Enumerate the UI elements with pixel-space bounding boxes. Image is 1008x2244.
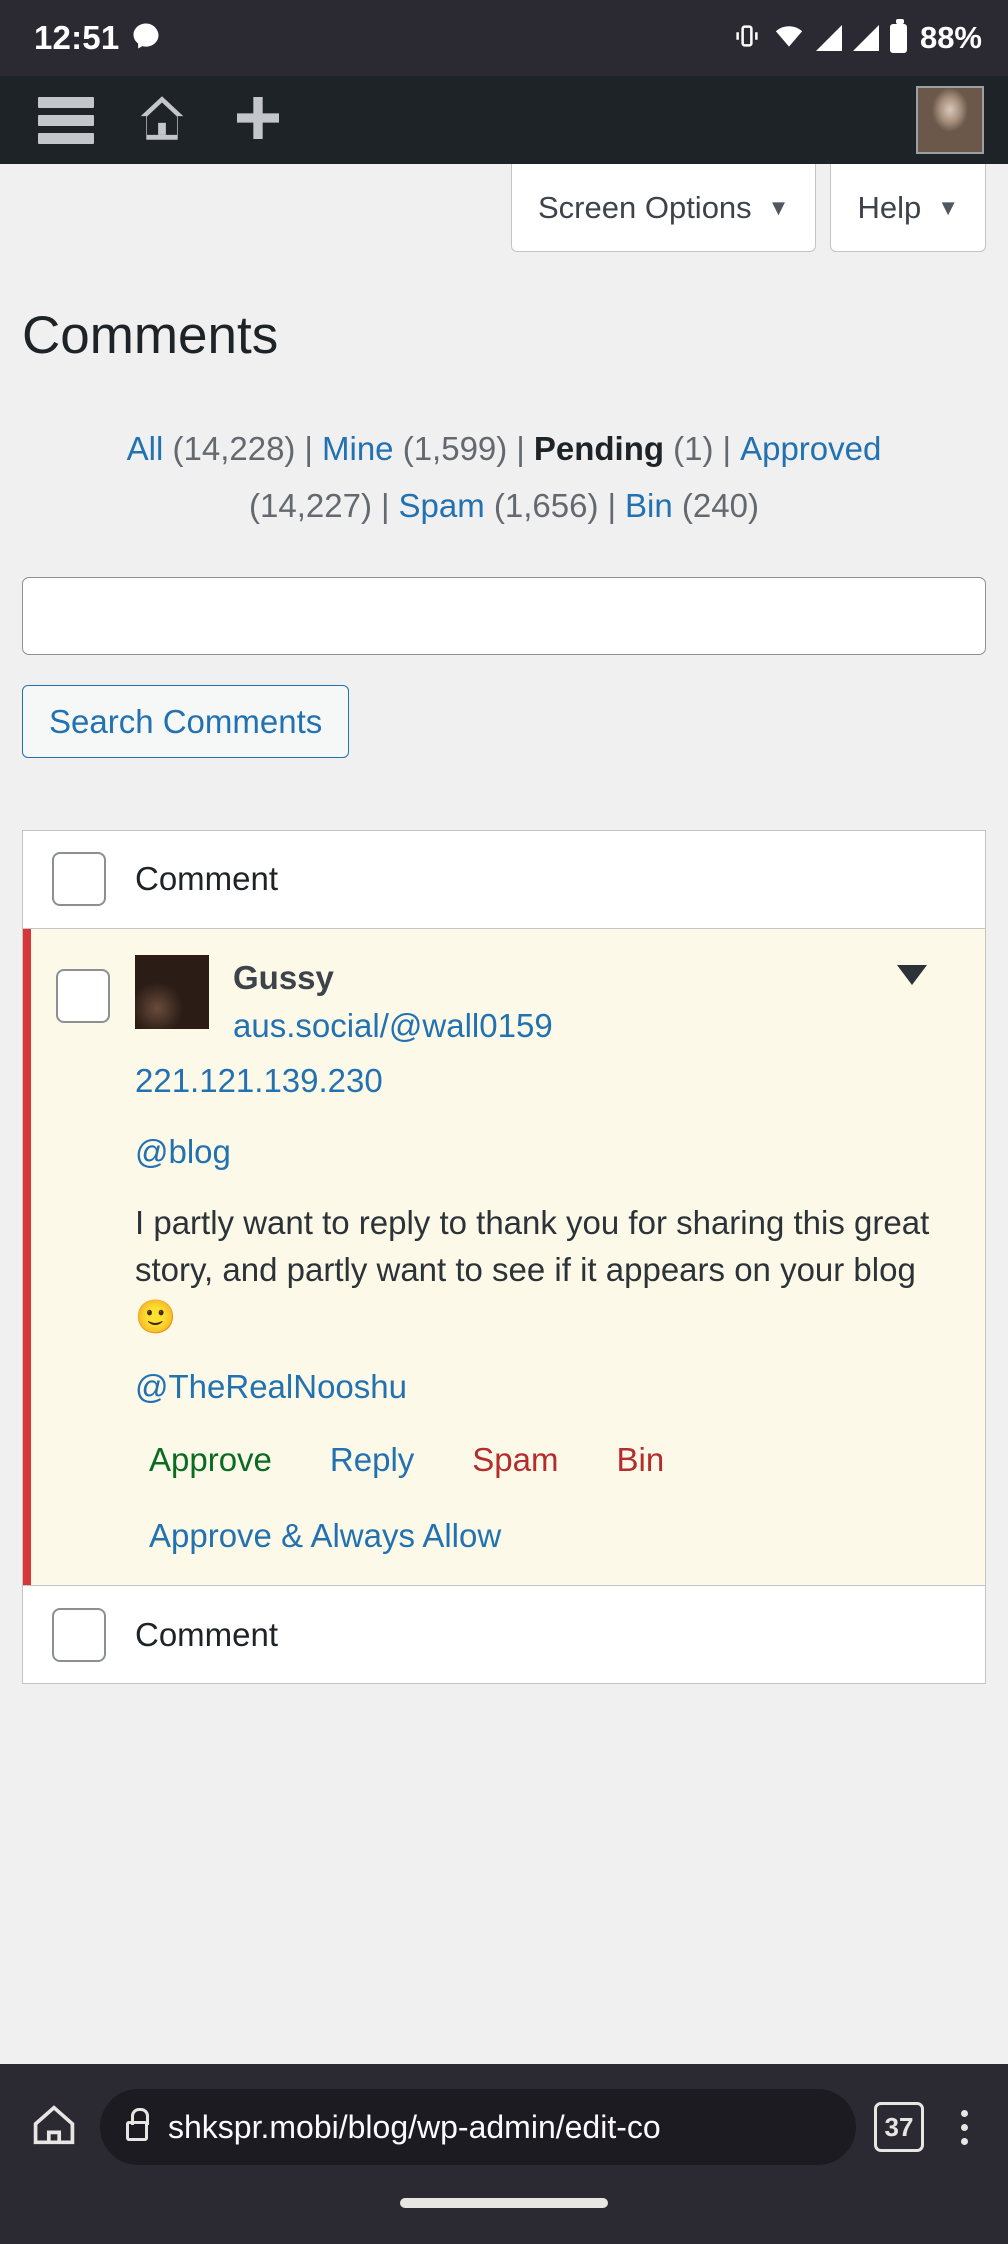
signal-icon-2: [852, 25, 879, 51]
android-status-bar: 12:51 88%: [0, 0, 1008, 76]
browser-toolbar: shkspr.mobi/blog/wp-admin/edit-co 37: [0, 2064, 1008, 2190]
status-bar-right: 88%: [732, 18, 982, 56]
comment-row-actions: Approve Reply Spam Bin: [135, 1441, 965, 1479]
tab-counter-button[interactable]: 37: [874, 2102, 924, 2152]
screen-options-label: Screen Options: [538, 189, 752, 225]
wp-admin-bar: [0, 76, 1008, 164]
chevron-down-icon[interactable]: [897, 964, 927, 985]
comment-author-url[interactable]: aus.social/@wall0159: [233, 1006, 553, 1046]
battery-percent: 88%: [919, 20, 982, 55]
page-title: Comments: [22, 306, 279, 365]
spam-link[interactable]: Spam: [472, 1441, 558, 1479]
column-header-comment: Comment: [135, 860, 279, 898]
mobile-screen: 12:51 88% Screen Options ▼ Help ▼ Commen…: [0, 0, 1008, 2244]
filter-separator: |: [516, 430, 525, 468]
select-all-cell: [23, 852, 135, 907]
select-all-checkbox[interactable]: [52, 852, 106, 907]
bin-link[interactable]: Bin: [617, 1441, 665, 1479]
filter-count-all: (14,228): [163, 430, 296, 468]
filter-count-bin: (240): [672, 487, 759, 525]
comment-author-name: Gussy: [233, 958, 334, 996]
filter-separator: |: [380, 487, 390, 525]
url-bar[interactable]: shkspr.mobi/blog/wp-admin/edit-co: [100, 2089, 856, 2165]
filter-link-bin[interactable]: Bin: [625, 487, 673, 524]
select-all-checkbox-footer[interactable]: [52, 1607, 106, 1662]
filter-link-spam[interactable]: Spam: [399, 487, 485, 524]
chevron-down-icon: ▼: [937, 194, 959, 220]
search-comments-button[interactable]: Search Comments: [22, 684, 350, 758]
comment-author-block: Gussy aus.social/@wall0159: [135, 954, 965, 1046]
filter-separator: |: [722, 430, 732, 468]
filter-separator: |: [304, 430, 313, 468]
row-checkbox[interactable]: [56, 968, 110, 1023]
url-text: shkspr.mobi/blog/wp-admin/edit-co: [168, 2108, 661, 2145]
filter-separator: |: [607, 487, 617, 525]
filter-link-approved[interactable]: Approved: [740, 430, 881, 467]
status-clock: 12:51: [34, 19, 120, 56]
new-content-button[interactable]: [210, 76, 306, 164]
filter-count-pending: (1): [664, 430, 714, 468]
filter-count-approved: (14,227): [249, 487, 372, 525]
approve-always-allow-link[interactable]: Approve & Always Allow: [149, 1517, 501, 1554]
avatar[interactable]: [916, 86, 984, 154]
row-select-cell: [31, 955, 135, 1023]
select-all-footer-cell: [23, 1607, 135, 1662]
chevron-down-icon: ▼: [767, 194, 790, 220]
page-content: Screen Options ▼ Help ▼ Comments All (14…: [0, 164, 1008, 2064]
comment-body-text: I partly want to reply to thank you for …: [135, 1203, 930, 1335]
mention-blog-link[interactable]: @blog: [135, 1133, 231, 1170]
comment-status-filters: All (14,228) | Mine (1,599) | Pending (1) | Ap…: [26, 421, 982, 535]
comment-author-meta: Gussy aus.social/@wall0159: [233, 955, 553, 1046]
menu-button[interactable]: [18, 76, 114, 164]
comment-author-ip[interactable]: 221.121.139.230: [135, 1061, 965, 1101]
menu-icon: [38, 90, 94, 151]
browser-home-button[interactable]: [26, 2099, 82, 2155]
android-nav-area: [0, 2190, 1008, 2244]
filter-count-spam: (1,656): [484, 487, 599, 525]
vibrate-icon: [732, 21, 762, 56]
approve-always-allow-row: Approve & Always Allow: [135, 1517, 965, 1555]
comment-ip-line: 221.121.139.230: [135, 1061, 965, 1101]
table-row: Gussy aus.social/@wall0159 221.121.139.2…: [23, 928, 985, 1586]
table-footer-row: Comment: [23, 1585, 985, 1684]
wifi-icon: [773, 21, 805, 56]
kebab-menu-icon[interactable]: [942, 2109, 986, 2145]
search-section: Search Comments: [0, 535, 1008, 758]
mention-user-link[interactable]: @TheRealNooshu: [135, 1368, 407, 1405]
help-button[interactable]: Help ▼: [830, 164, 986, 252]
help-label: Help: [857, 189, 922, 225]
approve-link[interactable]: Approve: [149, 1441, 272, 1479]
site-home-button[interactable]: [114, 76, 210, 164]
column-footer-comment: Comment: [135, 1615, 279, 1653]
comment-author-avatar: [135, 954, 209, 1029]
home-icon: [133, 89, 191, 152]
filter-count-mine: (1,599): [393, 430, 508, 468]
comment-mention-bottom: @TheRealNooshu: [135, 1364, 965, 1411]
plus-icon: [230, 90, 286, 151]
signal-icon: [815, 25, 842, 51]
table-header-row: Comment: [23, 830, 985, 929]
screen-meta-links: Screen Options ▼ Help ▼: [0, 164, 1008, 252]
comment-content: Gussy aus.social/@wall0159 221.121.139.2…: [135, 954, 985, 1555]
filter-link-pending: Pending: [533, 430, 665, 468]
filter-link-all[interactable]: All: [127, 430, 164, 467]
comments-table: Comment Gussy aus.social/@wall0159 221.1…: [22, 829, 986, 1685]
reply-link[interactable]: Reply: [330, 1441, 414, 1479]
android-nav-pill[interactable]: [400, 2198, 608, 2208]
lock-icon: [126, 2108, 149, 2141]
status-bar-left: 12:51: [34, 19, 161, 57]
comment-text: @blog I partly want to reply to thank yo…: [135, 1129, 965, 1411]
home-icon: [28, 2099, 80, 2156]
search-input[interactable]: [22, 576, 986, 655]
filter-link-mine[interactable]: Mine: [322, 430, 394, 467]
battery-icon: [889, 18, 907, 53]
screen-options-button[interactable]: Screen Options ▼: [511, 164, 817, 252]
comment-mention-top: @blog: [135, 1129, 965, 1176]
messenger-icon: [131, 21, 161, 56]
